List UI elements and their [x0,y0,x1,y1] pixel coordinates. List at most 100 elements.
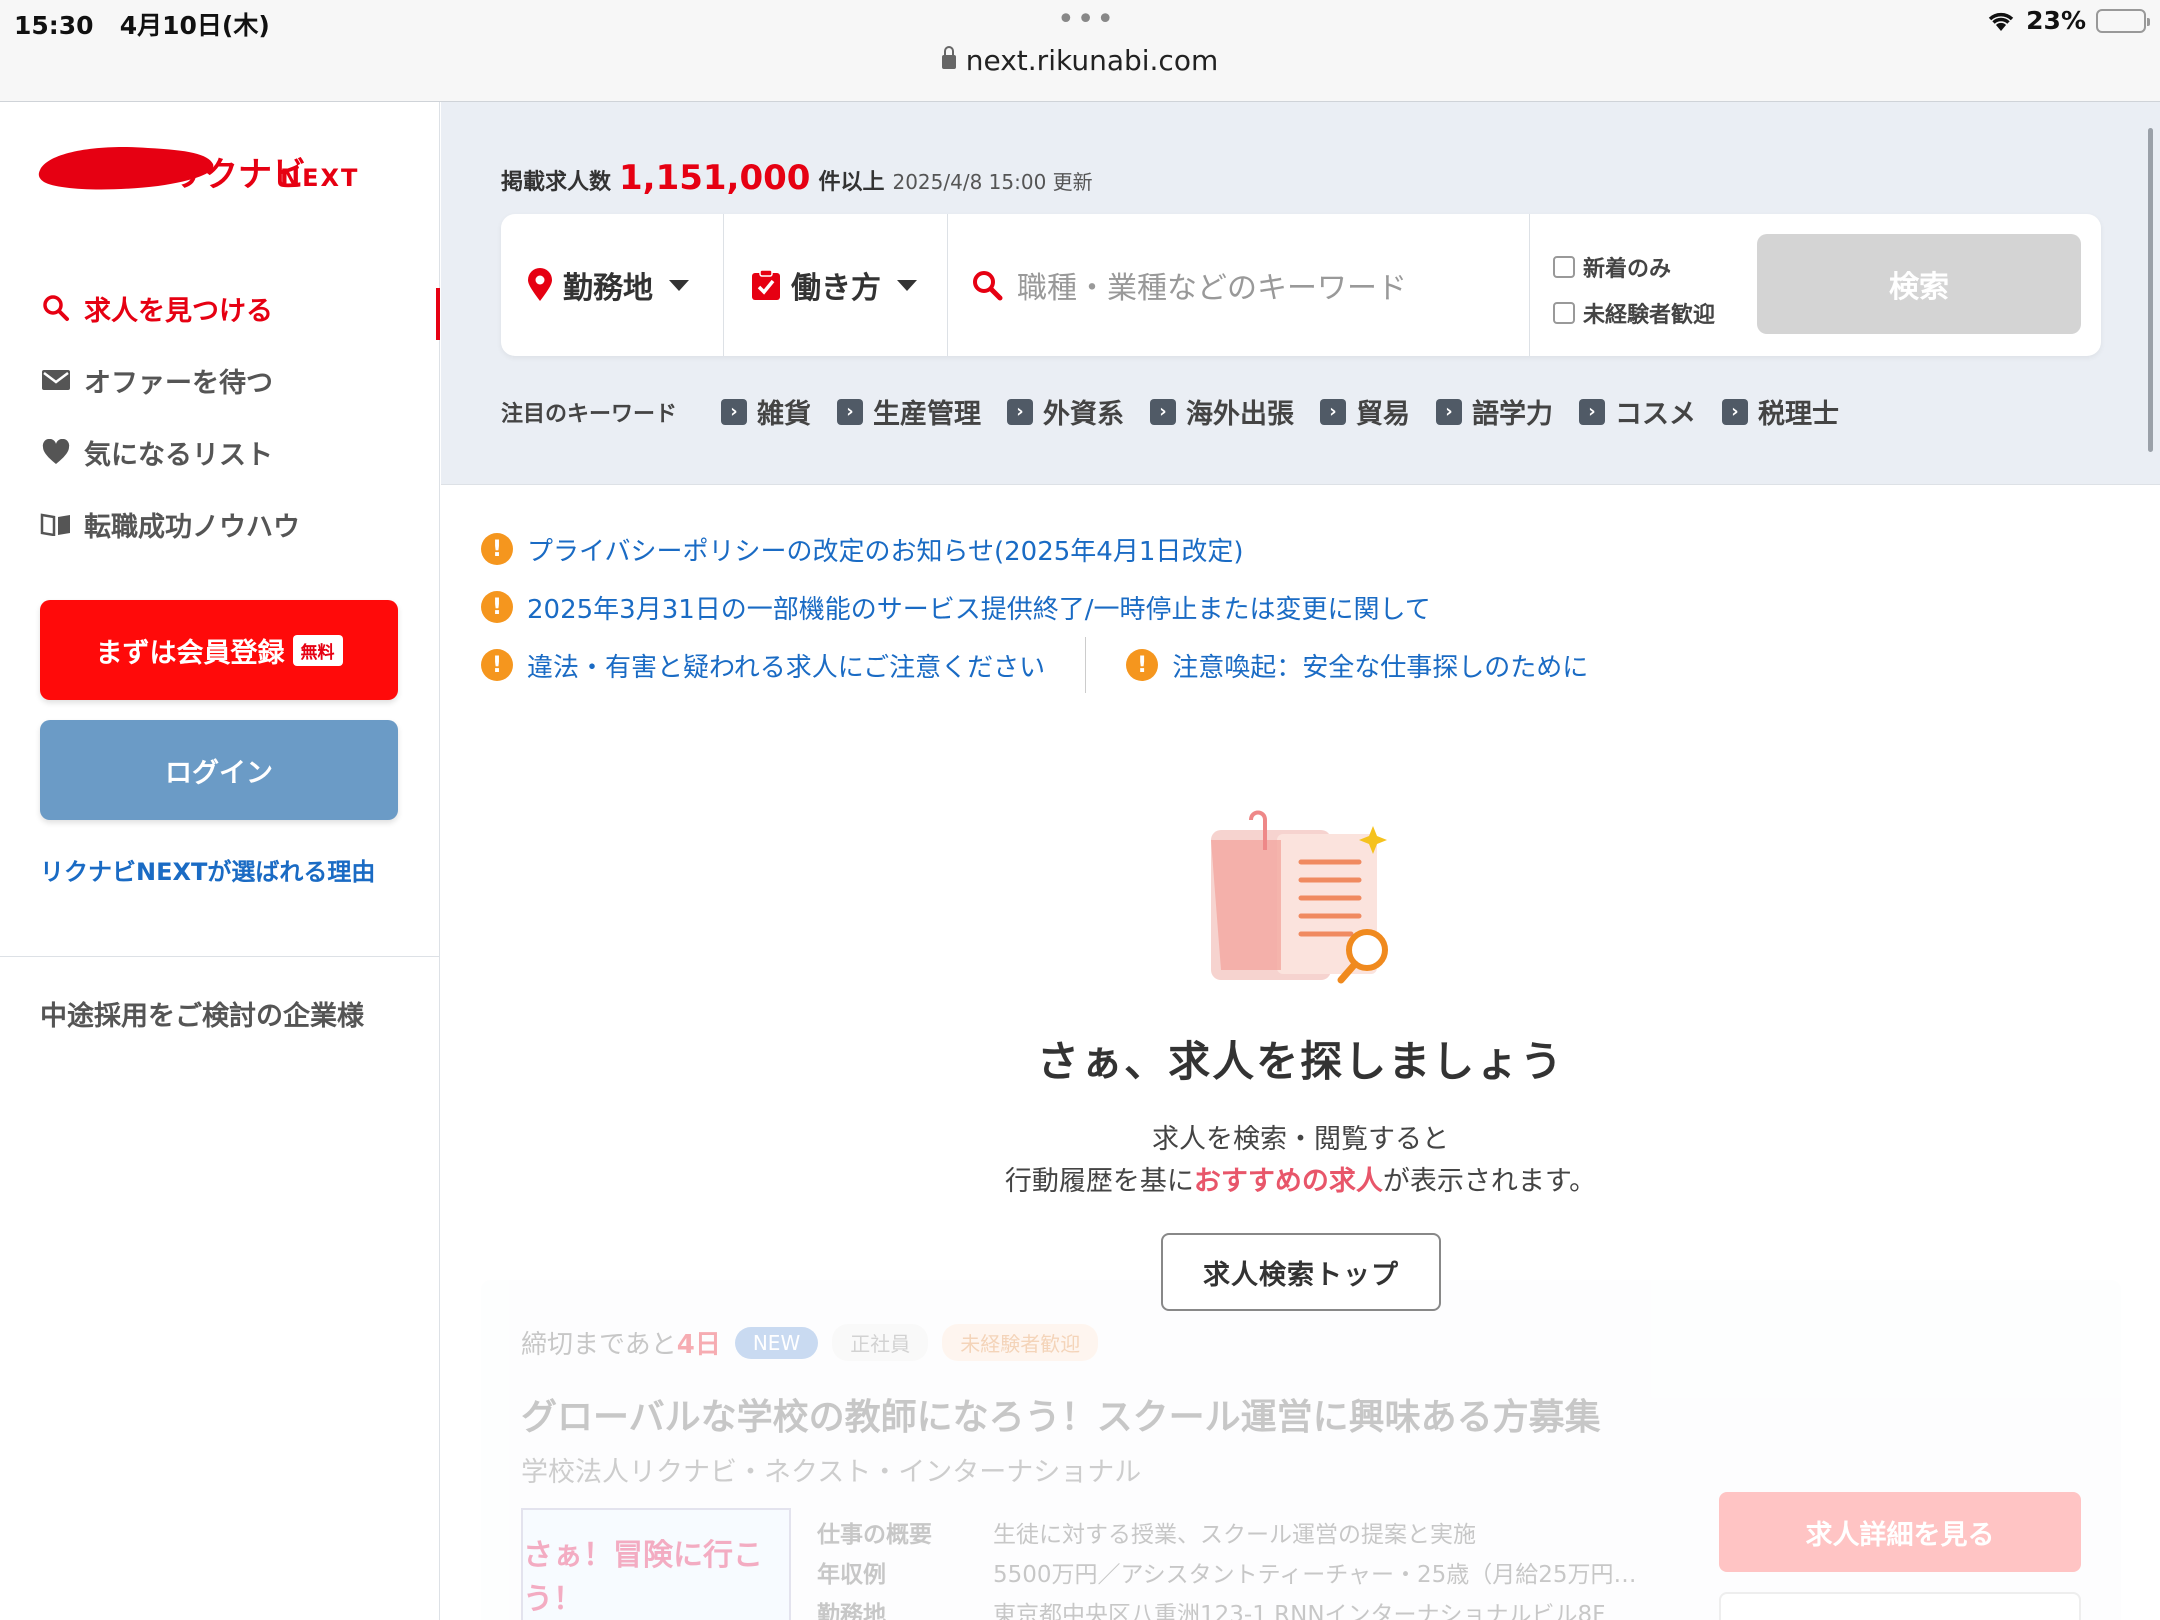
chevron-right-icon: › [1579,398,1606,425]
checkbox-box[interactable] [1553,256,1575,278]
register-label: まずは会員登録 [95,637,285,669]
sidebar: リクナビ NEXT 求人を見つける オファーを待つ 気になるリスト 転職成功ノウ… [0,102,440,1620]
chevron-right-icon: › [1320,398,1347,425]
hot-keyword[interactable]: › 語学力 [1436,392,1553,431]
location-label: 勤務地 [563,271,653,306]
mail-icon [40,364,72,396]
search-button[interactable]: 検索 [1757,234,2081,334]
job-card-header: 締切まであと4日 NEW 正社員 未経験者歓迎 [521,1324,1099,1361]
battery-icon [2096,8,2150,33]
chevron-right-icon: › [721,398,748,425]
empty-state: さぁ、求人を探しましょう 求人を検索・閲覧すると 行動履歴を基におすすめの求人が… [441,810,2160,1203]
chevron-right-icon: › [1150,398,1177,425]
notice-list: ! プライバシーポリシーの改定のお知らせ(2025年4月1日改定) ! 2025年3… [481,520,2081,694]
job-detail-button: 求人詳細を見る [1719,1492,2081,1572]
sidebar-item-label: 気になるリスト [84,439,273,471]
hot-keyword[interactable]: › 外資系 [1007,392,1124,431]
lock-icon [941,46,956,69]
battery-percent: 23% [2026,6,2086,35]
sidebar-item-knowhow[interactable]: 転職成功ノウハウ [40,488,440,560]
search-header: 掲載求人数 1,151,000 件以上 2025/4/8 15:00 更新 勤務… [441,102,2160,485]
sidebar-divider [0,956,440,957]
notice-link[interactable]: ! 2025年3月31日の一部機能のサービス提供終了/一時停止または変更に関して [481,578,2081,636]
more-dots-icon[interactable]: ••• [1057,2,1116,37]
browser-status-bar: 15:30 4月10日(木) ••• next.rikunabi.com 23% [0,0,2160,102]
chevron-down-icon [897,279,917,291]
sidebar-item-label: オファーを待つ [84,367,273,399]
empty-line-1: 求人を検索・閲覧すると [1152,1124,1449,1155]
why-chosen-link[interactable]: リクナビNEXTが選ばれる理由 [40,852,375,887]
new-only-checkbox[interactable]: 新着のみ [1553,244,1715,290]
empty-title: さぁ、求人を探しましょう [1036,1037,1565,1086]
job-card-preview: 締切まであと4日 NEW 正社員 未経験者歓迎 グローバルな学校の教師になろう！… [481,1280,2121,1620]
hot-keywords: 注目のキーワード › 雑貨 › 生産管理 › 外資系 › 海外出張 › 貿易 › 語学力 ›… [501,392,1865,431]
rikunabi-logo[interactable]: リクナビ NEXT [38,142,378,202]
location-select[interactable]: 勤務地 [527,214,689,356]
deadline-label: 締切まであと [521,1330,677,1360]
tag-regular: 正社員 [832,1324,929,1361]
search-box: 勤務地 働き方 職種・業種などのキーワード 新着のみ 未経験者歓迎 検索 [501,214,2101,356]
status-indicators: 23% [1986,6,2150,35]
job-count-line: 掲載求人数 1,151,000 件以上 2025/4/8 15:00 更新 [501,158,1093,198]
location-pin-icon [528,268,552,301]
sidebar-item-favorites[interactable]: 気になるリスト [40,416,440,488]
deadline-days: 4日 [676,1330,721,1360]
job-count: 1,151,000 [619,158,811,198]
notice-link[interactable]: ! 注意喚起：安全な仕事探しのために [1126,636,1588,694]
wifi-icon [1988,12,2014,31]
job-company: 学校法人リクナビ・ネクスト・インターナショナル [521,1457,1142,1488]
corporate-link[interactable]: 中途採用をご検討の企業様 [40,994,364,1033]
workstyle-select[interactable]: 働き方 [751,214,917,356]
hot-keyword[interactable]: › 雑貨 [721,392,811,431]
sidebar-nav: 求人を見つける オファーを待つ 気になるリスト 転職成功ノウハウ [40,272,440,560]
select-divider [723,214,724,356]
notice-row: ! 違法・有害と疑われる求人にご注意ください ! 注意喚起：安全な仕事探しのために [481,636,2081,694]
hot-keyword[interactable]: › 生産管理 [837,392,981,431]
register-button[interactable]: まずは会員登録 無料 [40,600,398,700]
checkbox-label: 未経験者歓迎 [1583,303,1716,328]
empty-line-2: 行動履歴を基におすすめの求人が表示されます。 [1004,1166,1597,1197]
sidebar-item-offers[interactable]: オファーを待つ [40,344,440,416]
inexperienced-checkbox[interactable]: 未経験者歓迎 [1553,290,1715,336]
chevron-right-icon: › [1722,398,1749,425]
checkbox-label: 新着のみ [1583,257,1672,282]
search-filters: 新着のみ 未経験者歓迎 [1553,244,1715,336]
select-divider [1529,214,1530,356]
document-search-illustration [1181,810,1421,1000]
hot-keyword[interactable]: › コスメ [1579,392,1696,431]
job-detail-row: 仕事の概要 生徒に対する授業、スクール運営の提案と実施 [817,1522,1476,1548]
workstyle-label: 働き方 [791,271,881,306]
checkbox-box[interactable] [1553,302,1575,324]
search-icon [973,271,1003,301]
sidebar-item-label: 求人を見つける [84,295,273,327]
heart-icon [40,436,72,468]
warning-icon: ! [1126,649,1159,681]
free-badge: 無料 [292,634,343,666]
notice-link[interactable]: ! プライバシーポリシーの改定のお知らせ(2025年4月1日改定) [481,520,2081,578]
book-icon [40,508,72,540]
login-button[interactable]: ログイン [40,720,398,820]
hot-keyword[interactable]: › 貿易 [1320,392,1410,431]
updated-time: 2025/4/8 15:00 更新 [892,170,1093,194]
status-time: 15:30 4月10日(木) [14,11,270,40]
job-title: グローバルな学校の教師になろう！スクール運営に興味ある方募集 [521,1397,1601,1438]
address-bar[interactable]: next.rikunabi.com [0,44,2160,77]
page-scrollbar[interactable] [2148,128,2153,452]
sidebar-item-find-jobs[interactable]: 求人を見つける [40,272,440,344]
hot-keyword[interactable]: › 税理士 [1722,392,1839,431]
notice-link[interactable]: ! 違法・有害と疑われる求人にご注意ください [481,636,1045,694]
tag-inexperienced: 未経験者歓迎 [942,1324,1099,1361]
chevron-right-icon: › [1436,398,1463,425]
chevron-right-icon: › [837,398,864,425]
job-search-top-button[interactable]: 求人検索トップ [1161,1233,1441,1311]
logo-swoosh-icon: リクナビ NEXT [38,146,359,195]
select-divider [947,214,948,356]
hot-keyword[interactable]: › 海外出張 [1150,392,1294,431]
logo-suffix: NEXT [280,164,359,192]
tag-new: NEW [734,1326,819,1359]
chevron-down-icon [669,279,689,291]
search-icon [40,292,72,324]
empty-description: 求人を検索・閲覧すると 行動履歴を基におすすめの求人が表示されます。 [441,1119,2160,1203]
sidebar-item-label: 転職成功ノウハウ [84,511,300,543]
keyword-input[interactable]: 職種・業種などのキーワード [971,214,1407,356]
